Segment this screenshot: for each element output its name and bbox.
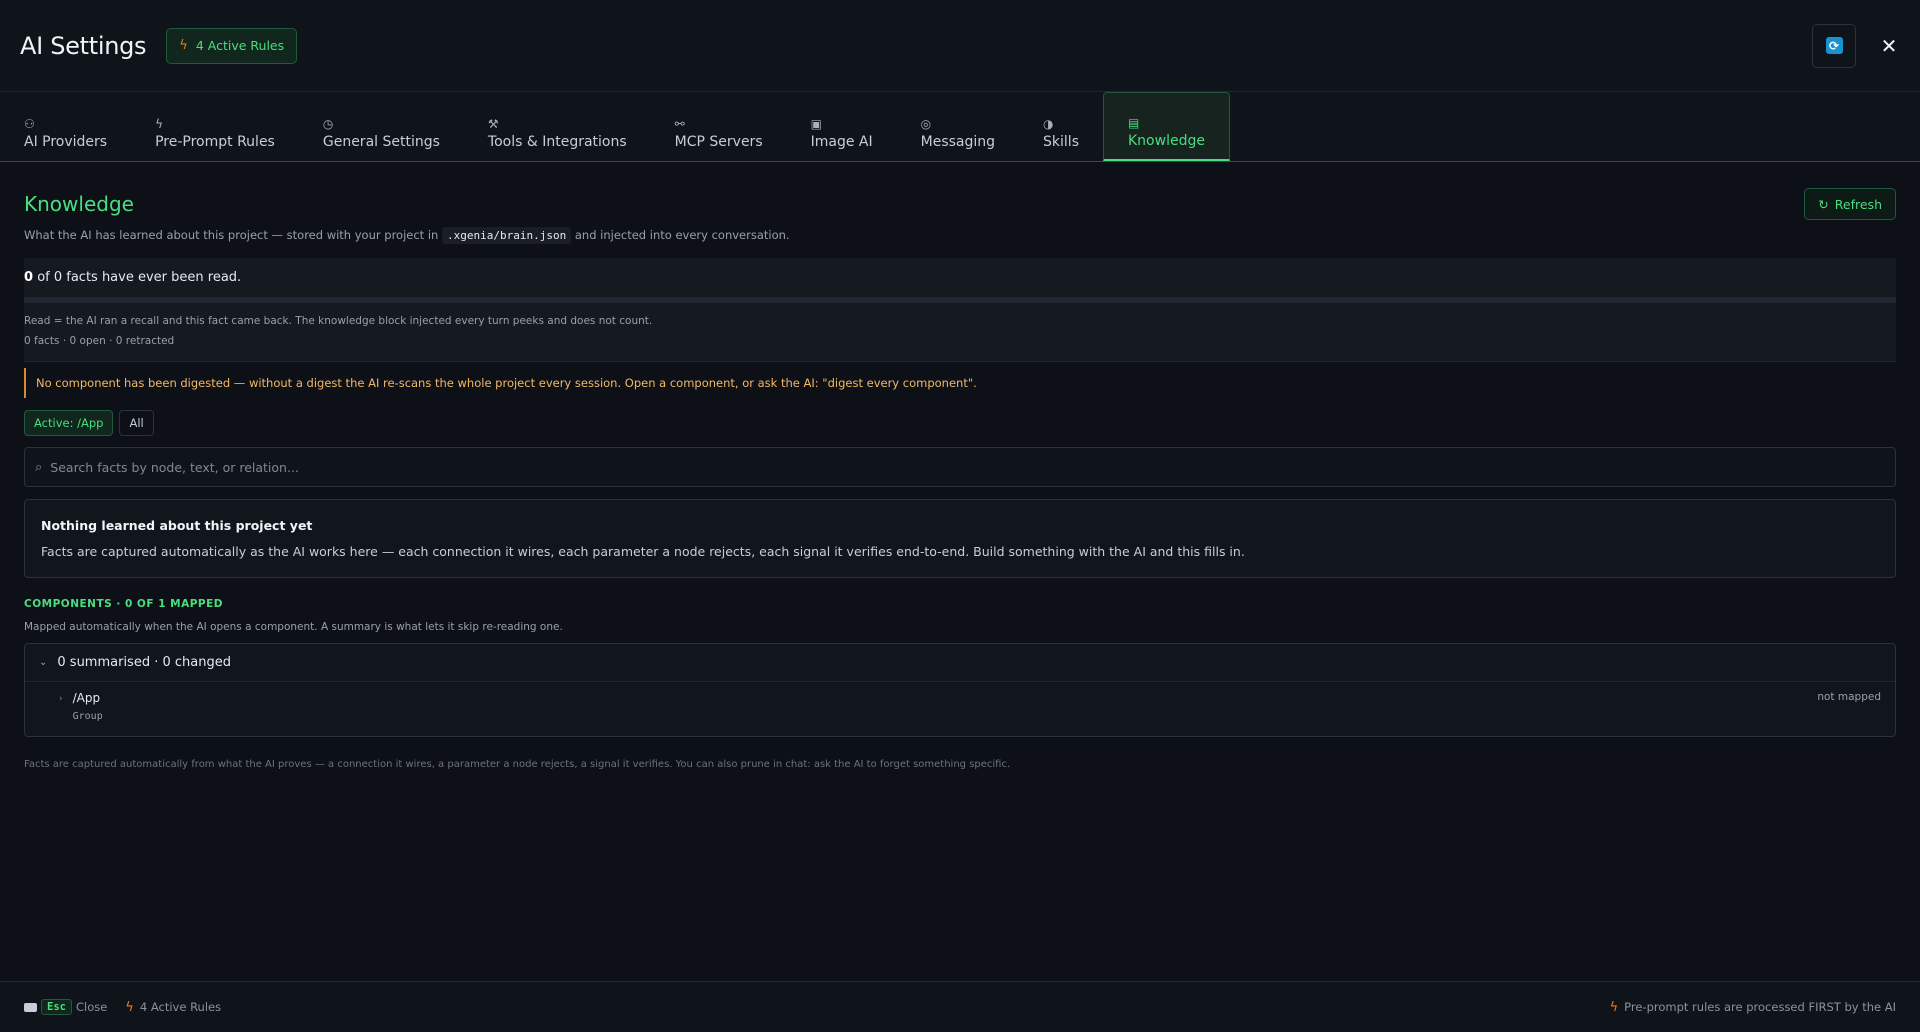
bolt-icon: ϟ (155, 116, 164, 131)
stats-note: Read = the AI ran a recall and this fact… (24, 315, 653, 327)
image-icon: ▣ (810, 116, 822, 131)
footer: Esc Close ϟ 4 Active Rules ϟ Pre-prompt … (0, 981, 1920, 1032)
component-row[interactable]: › /App Group not mapped (25, 682, 1895, 736)
tab-image-ai[interactable]: ▣ Image AI (787, 92, 897, 161)
stats-summary: 0 of 0 facts have ever been read. (24, 258, 1896, 297)
component-status: not mapped (1817, 691, 1881, 703)
tab-mcp-servers[interactable]: ⚯ MCP Servers (651, 92, 787, 161)
tab-label: MCP Servers (674, 133, 763, 150)
active-rules-label: 4 Active Rules (195, 38, 285, 53)
wrench-icon: ⚒ (487, 116, 499, 131)
chat-icon: ◎ (920, 116, 932, 131)
clock-icon: ◷ (322, 116, 334, 131)
brain-path-code: .xgenia/brain.json (441, 227, 572, 244)
stats-counts: 0 facts · 0 open · 0 retracted (24, 335, 175, 347)
header: AI Settings ϟ 4 Active Rules ⟳ ✕ (0, 0, 1920, 92)
plug-icon: ⚯ (674, 116, 685, 131)
database-icon: ▤ (1128, 116, 1140, 130)
search-box[interactable]: ⌕ (24, 447, 1896, 487)
bolt-icon: ϟ (1609, 999, 1619, 1015)
sync-button[interactable]: ⟳ (1812, 23, 1856, 68)
active-rules-badge[interactable]: ϟ 4 Active Rules (166, 27, 298, 64)
tab-label: Pre-Prompt Rules (155, 133, 275, 150)
scope-filters: Active: /App All (24, 410, 1896, 436)
tab-label: Tools & Integrations (487, 133, 627, 150)
page-title: AI Settings (20, 31, 147, 60)
subtitle-text-end: and injected into every conversation. (574, 228, 790, 242)
footer-rules-label: 4 Active Rules (139, 1000, 222, 1014)
knowledge-footnote: Facts are captured automatically from wh… (24, 759, 1011, 770)
components-summary-toggle[interactable]: ⌄ 0 summarised · 0 changed (25, 644, 1895, 682)
close-hint: Close (75, 1000, 108, 1014)
empty-state-text: Facts are captured automatically as the … (41, 544, 1245, 559)
footer-rules: ϟ 4 Active Rules (125, 1000, 221, 1015)
chevron-right-icon: › (59, 694, 63, 704)
empty-state-card: Nothing learned about this project yet F… (24, 499, 1896, 578)
bolt-icon: ϟ (179, 38, 188, 53)
close-icon[interactable]: ✕ (1878, 34, 1900, 58)
stats-count: 0 (24, 270, 34, 285)
tab-knowledge[interactable]: ▤ Knowledge (1103, 92, 1230, 161)
refresh-button[interactable]: ↻ Refresh (1804, 188, 1896, 220)
tab-bar: ⚇ AI Providers ϟ Pre-Prompt Rules ◷ Gene… (0, 92, 1920, 162)
refresh-label: Refresh (1834, 196, 1882, 212)
tab-tools-integrations[interactable]: ⚒ Tools & Integrations (464, 92, 651, 161)
stats-text: of 0 facts have ever been read. (37, 270, 242, 285)
keyboard-icon (24, 1002, 37, 1012)
esc-key: Esc (41, 999, 72, 1015)
sync-icon: ⟳ (1825, 37, 1843, 54)
tab-label: Knowledge (1128, 133, 1205, 149)
user-robot-icon: ⚇ (24, 116, 35, 131)
filter-active-app[interactable]: Active: /App (24, 410, 114, 436)
tab-label: Image AI (810, 133, 873, 150)
component-info: /App Group (73, 691, 103, 722)
knowledge-panel: Knowledge ↻ Refresh What the AI has lear… (24, 162, 1896, 770)
tab-label: Skills (1043, 133, 1079, 150)
section-subtitle: What the AI has learned about this proje… (24, 227, 1896, 244)
subtitle-text: What the AI has learned about this proje… (24, 228, 439, 242)
brain-icon: ◑ (1043, 116, 1054, 131)
bolt-icon: ϟ (125, 999, 134, 1015)
component-name: /App (72, 691, 101, 705)
tab-general-settings[interactable]: ◷ General Settings (299, 92, 464, 161)
section-title: Knowledge (24, 192, 134, 216)
digest-warning: No component has been digested — without… (24, 368, 1896, 398)
tab-messaging[interactable]: ◎ Messaging (897, 92, 1019, 161)
section-header: Knowledge ↻ Refresh (24, 188, 1896, 220)
components-heading: COMPONENTS · 0 OF 1 MAPPED (24, 598, 224, 610)
stats-box: 0 of 0 facts have ever been read. Read =… (24, 258, 1896, 362)
stats-details: Read = the AI ran a recall and this fact… (24, 303, 1896, 361)
refresh-icon: ↻ (1818, 196, 1829, 212)
filter-all[interactable]: All (119, 410, 154, 436)
tab-label: General Settings (322, 133, 440, 150)
header-actions: ⟳ ✕ (1812, 23, 1900, 68)
tab-label: Messaging (920, 133, 996, 150)
components-summary: 0 summarised · 0 changed (57, 655, 231, 670)
components-card: ⌄ 0 summarised · 0 changed › /App Group … (24, 643, 1896, 737)
empty-state-title: Nothing learned about this project yet (41, 518, 313, 533)
chevron-down-icon: ⌄ (39, 657, 48, 668)
search-input[interactable] (50, 459, 1885, 475)
tab-ai-providers[interactable]: ⚇ AI Providers (0, 92, 131, 161)
footer-note-text: Pre-prompt rules are processed FIRST by … (1624, 1000, 1896, 1014)
footer-note: ϟ Pre-prompt rules are processed FIRST b… (1610, 1000, 1896, 1015)
tab-label: AI Providers (24, 133, 108, 150)
tab-skills[interactable]: ◑ Skills (1019, 92, 1103, 161)
tab-pre-prompt-rules[interactable]: ϟ Pre-Prompt Rules (131, 92, 299, 161)
search-icon: ⌕ (35, 459, 43, 475)
component-type: Group (72, 711, 103, 722)
components-description: Mapped automatically when the AI opens a… (24, 621, 563, 633)
